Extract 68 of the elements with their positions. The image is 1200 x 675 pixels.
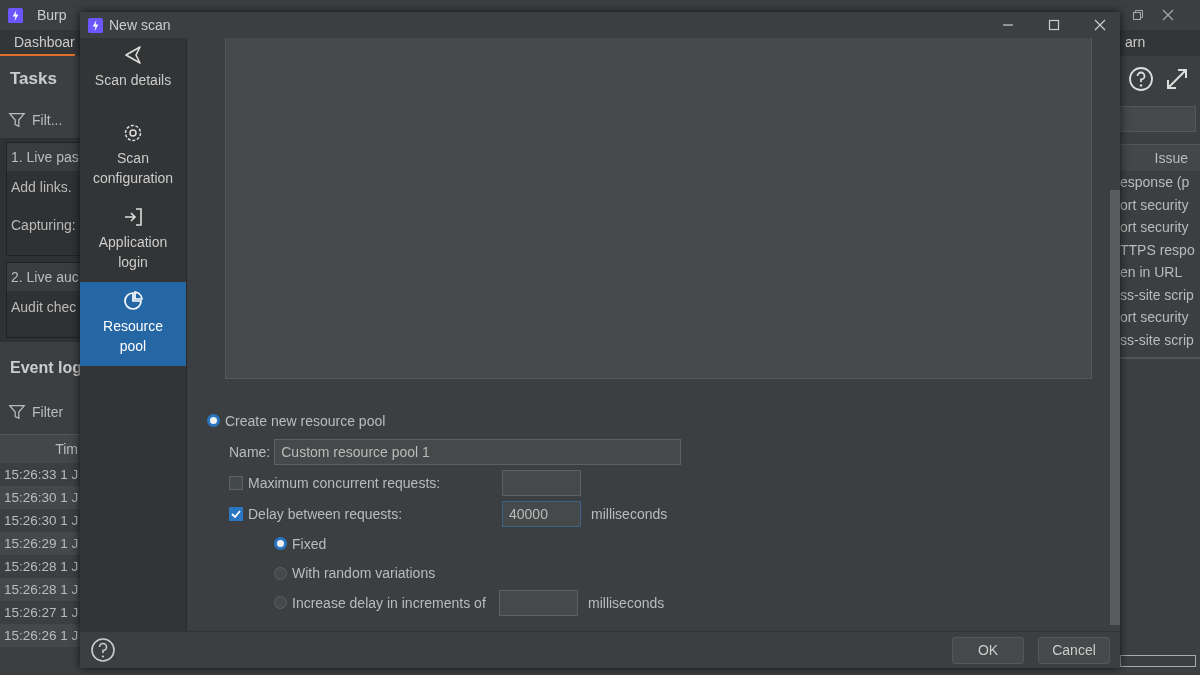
dialog-button[interactable]: OK <box>952 636 1024 664</box>
table-cell: 15:26:29 1 J <box>0 532 80 555</box>
help-icon[interactable] <box>90 637 116 663</box>
column-header[interactable]: Tim <box>0 434 80 463</box>
unit-label: milliseconds <box>588 594 665 611</box>
app-logo-icon <box>88 17 103 33</box>
task-text: Add links. <box>10 178 73 197</box>
radio-label[interactable]: Increase delay in increments of <box>292 594 499 611</box>
filter-label[interactable]: Filt... <box>32 112 63 128</box>
filter-icon[interactable] <box>8 111 26 129</box>
close-icon[interactable] <box>1162 9 1174 21</box>
nav-item[interactable]: Scan configuration <box>80 114 186 198</box>
radio-button[interactable] <box>274 566 287 580</box>
number-field[interactable] <box>502 469 581 496</box>
number-field[interactable] <box>499 589 578 616</box>
radio-button[interactable] <box>207 414 220 427</box>
radio-button[interactable] <box>274 596 287 610</box>
search-field[interactable] <box>1120 106 1196 132</box>
radio-button[interactable] <box>274 537 287 551</box>
task-title: 1. Live pas <box>11 149 79 165</box>
name-field[interactable]: Custom resource pool 1 <box>274 438 682 465</box>
task-text: Audit chec <box>10 298 78 317</box>
expand-icon[interactable] <box>1164 66 1190 92</box>
close-icon[interactable] <box>1094 19 1106 31</box>
pie-chart-icon <box>122 290 144 312</box>
send-icon <box>122 44 144 66</box>
task-card[interactable]: 1. Live pas Add links. Capturing: <box>6 142 80 256</box>
table-cell-text: TTPS respo <box>1120 240 1196 260</box>
scrollbar-thumb[interactable] <box>1110 190 1120 625</box>
nav-item[interactable]: Application login <box>80 198 186 282</box>
maximize-icon[interactable] <box>1048 19 1060 31</box>
table-cell: 15:26:30 1 J <box>0 486 80 509</box>
help-icon[interactable] <box>1128 66 1154 92</box>
table-cell-text: en in URL <box>1120 263 1184 282</box>
checkbox[interactable] <box>229 475 243 490</box>
radio-label[interactable]: Create new resource pool <box>225 412 386 429</box>
task-text: Capturing: <box>10 216 77 235</box>
task-title: 2. Live auc <box>11 269 79 285</box>
table-cell-text: ss-site scrip <box>1120 330 1195 350</box>
field-label: Name: <box>229 443 271 460</box>
number-field[interactable]: 40000 <box>502 500 581 527</box>
table-cell-text: ort security <box>1120 308 1190 327</box>
filter-label[interactable]: Filter <box>32 404 64 420</box>
nav-item[interactable]: Resource pool <box>80 282 186 366</box>
login-icon <box>122 206 144 228</box>
filter-icon[interactable] <box>8 403 26 421</box>
app-logo-icon <box>8 7 23 23</box>
table-cell: 15:26:28 1 J <box>0 578 80 601</box>
table-cell: 15:26:26 1 J <box>0 624 80 647</box>
dialog-button[interactable]: Cancel <box>1038 636 1110 664</box>
checkbox-label[interactable]: Maximum concurrent requests: <box>248 474 502 491</box>
window-title: Burp <box>37 7 67 23</box>
unit-label: milliseconds <box>591 505 668 522</box>
table-cell-text: esponse (p <box>1120 173 1191 192</box>
column-header[interactable]: Issue <box>1120 145 1200 171</box>
checkbox[interactable] <box>229 506 243 521</box>
nav-item[interactable]: Scan details <box>80 38 186 114</box>
dialog-title: New scan <box>109 17 171 33</box>
table-cell-text: ort security <box>1120 195 1190 215</box>
table-cell-text: ss-site scrip <box>1120 285 1195 305</box>
settings-icon <box>122 122 144 144</box>
radio-label[interactable]: Fixed <box>292 535 327 552</box>
table-cell-text: ort security <box>1120 218 1190 237</box>
radio-label[interactable]: With random variations <box>292 565 436 582</box>
task-card[interactable]: 2. Live auc Audit chec <box>6 262 80 338</box>
panel-title: Tasks <box>10 69 57 89</box>
restore-icon[interactable] <box>1132 9 1144 21</box>
checkbox-label[interactable]: Delay between requests: <box>248 505 502 522</box>
